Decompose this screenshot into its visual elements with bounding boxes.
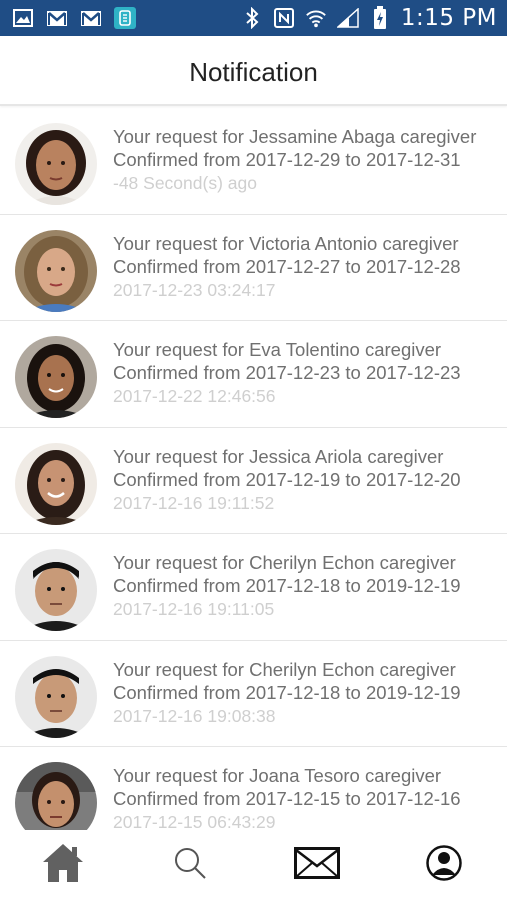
notification-message: Your request for Victoria Antonio caregi… bbox=[113, 232, 459, 254]
notification-dates: Confirmed from 2017-12-19 to 2017-12-20 bbox=[113, 468, 461, 490]
notification-message: Your request for Jessamine Abaga caregiv… bbox=[113, 126, 477, 147]
status-bar: 1:15 PM bbox=[0, 0, 507, 36]
bluetooth-icon bbox=[241, 7, 263, 29]
avatar bbox=[15, 123, 97, 205]
gallery-icon bbox=[12, 9, 34, 27]
avatar bbox=[15, 229, 97, 312]
notification-timestamp: 2017-12-16 19:08:38 bbox=[113, 705, 276, 726]
signal-icon bbox=[336, 8, 359, 28]
bottom-navigation bbox=[0, 830, 507, 900]
avatar bbox=[15, 762, 97, 830]
notification-item[interactable]: Your request for Jessamine Abaga caregiv… bbox=[0, 108, 507, 215]
nav-profile-button[interactable] bbox=[381, 830, 507, 900]
notification-timestamp: -48 Second(s) ago bbox=[113, 173, 257, 193]
notification-item[interactable]: Your request for Victoria Antonio caregi… bbox=[0, 215, 507, 321]
notification-icons bbox=[12, 7, 148, 29]
search-icon bbox=[173, 846, 207, 885]
avatar bbox=[15, 336, 97, 418]
avatar bbox=[15, 655, 97, 738]
gmail-icon bbox=[80, 9, 102, 27]
notification-timestamp: 2017-12-23 03:24:17 bbox=[113, 279, 276, 300]
notification-message: Your request for Eva Tolentino caregiver bbox=[113, 339, 442, 360]
notification-list[interactable]: Your request for Jessamine Abaga caregiv… bbox=[0, 108, 507, 830]
notification-item[interactable]: Your request for Cherilyn Echon caregive… bbox=[0, 641, 507, 747]
mail-icon bbox=[294, 846, 340, 884]
app-header: Notification bbox=[0, 36, 507, 106]
nav-search-button[interactable] bbox=[127, 830, 253, 900]
notification-item[interactable]: Your request for Jessica Ariola caregive… bbox=[0, 428, 507, 534]
nav-mail-button[interactable] bbox=[254, 830, 380, 900]
battery-charging-icon bbox=[369, 6, 391, 29]
notification-message: Your request for Cherilyn Echon caregive… bbox=[113, 552, 456, 573]
clock: 1:15 PM bbox=[400, 5, 497, 31]
notification-message: Your request for Cherilyn Echon caregive… bbox=[113, 658, 456, 680]
app-icon bbox=[114, 7, 136, 29]
notification-item[interactable]: Your request for Eva Tolentino caregiver… bbox=[0, 321, 507, 428]
notification-message: Your request for Jessica Ariola caregive… bbox=[113, 445, 444, 467]
notification-dates: Confirmed from 2017-12-18 to 2019-12-19 bbox=[113, 681, 461, 703]
page-title: Notification bbox=[189, 57, 318, 87]
notification-timestamp: 2017-12-22 12:46:56 bbox=[113, 386, 276, 406]
notification-dates: Confirmed from 2017-12-15 to 2017-12-16 bbox=[113, 788, 461, 809]
notification-dates: Confirmed from 2017-12-23 to 2017-12-23 bbox=[113, 362, 461, 383]
avatar bbox=[15, 442, 97, 525]
wifi-icon bbox=[305, 9, 327, 28]
notification-dates: Confirmed from 2017-12-29 to 2017-12-31 bbox=[113, 149, 461, 170]
gmail-icon bbox=[46, 9, 68, 27]
notification-dates: Confirmed from 2017-12-27 to 2017-12-28 bbox=[113, 255, 461, 277]
notification-timestamp: 2017-12-16 19:11:05 bbox=[113, 599, 275, 619]
nav-home-button[interactable] bbox=[0, 830, 126, 900]
notification-timestamp: 2017-12-16 19:11:52 bbox=[113, 492, 275, 513]
profile-icon bbox=[426, 844, 462, 886]
nfc-icon bbox=[273, 8, 295, 28]
notification-item[interactable]: Your request for Joana Tesoro caregiver … bbox=[0, 747, 507, 830]
notification-message: Your request for Joana Tesoro caregiver bbox=[113, 765, 442, 786]
notification-timestamp: 2017-12-15 06:43:29 bbox=[113, 812, 276, 830]
home-icon bbox=[41, 842, 85, 889]
notification-dates: Confirmed from 2017-12-18 to 2019-12-19 bbox=[113, 575, 461, 596]
avatar bbox=[15, 549, 97, 631]
system-icons: 1:15 PM bbox=[241, 0, 497, 36]
notification-item[interactable]: Your request for Cherilyn Echon caregive… bbox=[0, 534, 507, 641]
